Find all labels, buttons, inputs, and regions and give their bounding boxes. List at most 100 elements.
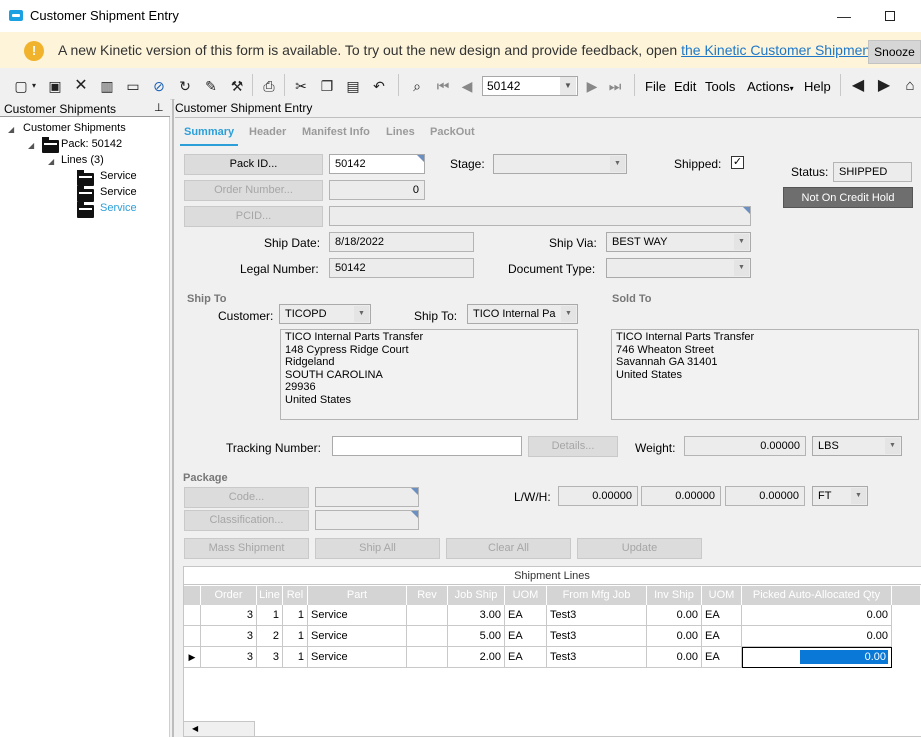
menu-file[interactable]: File [645,79,666,94]
cell-picked-qty[interactable]: 0.00 [742,605,892,626]
update-button[interactable]: Update [577,538,702,559]
save-icon[interactable]: ▣ [46,77,64,95]
order-number-field[interactable]: 0 [329,180,425,200]
mass-shipment-button[interactable]: Mass Shipment [184,538,309,559]
cell-uom[interactable]: EA [702,647,742,668]
clear-icon[interactable]: ✎ [202,77,220,95]
tab-manifest-info[interactable]: Manifest Info [302,126,370,138]
tab-header[interactable]: Header [249,126,286,138]
maximize-button[interactable] [876,4,904,28]
cell-picked-qty-editing[interactable]: 0.00 [742,647,892,668]
code-field[interactable] [315,487,419,507]
order-number-button[interactable]: Order Number... [184,180,323,201]
cell-line[interactable]: 3 [257,647,283,668]
copy-icon[interactable]: ❐ [318,77,336,95]
column-header[interactable]: Rev [407,586,448,605]
cell-inv-ship[interactable]: 0.00 [647,626,702,647]
cell-inv-ship[interactable]: 0.00 [647,647,702,668]
column-header[interactable]: Order [201,586,257,605]
home-icon[interactable]: ⌂ [901,77,919,95]
paste-icon[interactable]: ▤ [344,77,362,95]
dimension-uom-dropdown[interactable]: FT ▼ [812,486,868,506]
cell-uom[interactable]: EA [505,647,547,668]
cell-rev[interactable] [407,626,448,647]
column-header[interactable]: UOM [505,586,547,605]
cell-uom[interactable]: EA [505,605,547,626]
credit-hold-button[interactable]: Not On Credit Hold [783,187,913,208]
tree-node-pack[interactable]: Pack: 50142 [61,138,122,150]
menu-tools[interactable]: Tools [705,79,735,94]
next-record-icon[interactable]: ▶ [583,77,601,95]
cell-part[interactable]: Service [308,626,407,647]
ship-date-field[interactable]: 8/18/2022 [329,232,474,252]
scroll-left-icon[interactable]: ◀ [192,724,198,733]
cell-rel[interactable]: 1 [283,647,308,668]
pack-id-button[interactable]: Pack ID... [184,154,323,175]
width-field[interactable]: 0.00000 [641,486,721,506]
column-header[interactable]: Part [308,586,407,605]
pcid-button[interactable]: PCID... [184,206,323,227]
classification-button[interactable]: Classification... [184,510,309,531]
cell-rel[interactable]: 1 [283,626,308,647]
classification-field[interactable] [315,510,419,530]
cell-inv-ship[interactable]: 0.00 [647,605,702,626]
document-type-dropdown[interactable]: ▼ [606,258,751,278]
cell-job-ship[interactable]: 3.00 [448,605,505,626]
cut-icon[interactable]: ✂ [292,77,310,95]
search-icon[interactable]: ⌕ [408,77,426,95]
current-row-icon[interactable]: ▶ [184,647,201,668]
cell-rel[interactable]: 1 [283,605,308,626]
cell-uom[interactable]: EA [702,605,742,626]
weight-uom-dropdown[interactable]: LBS ▼ [812,436,902,456]
pin-icon[interactable]: ⊥ [154,101,164,114]
memo-icon[interactable]: ▭ [124,77,142,95]
tracking-number-field[interactable] [332,436,522,456]
column-header[interactable]: From Mfg Job [547,586,647,605]
cell-from-mfg-job[interactable]: Test3 [547,647,647,668]
cell-from-mfg-job[interactable]: Test3 [547,605,647,626]
shipped-checkbox[interactable]: ✓ [731,156,744,169]
menu-actions[interactable]: Actions▾ [747,79,794,94]
clear-all-button[interactable]: Clear All [446,538,571,559]
ship-all-button[interactable]: Ship All [315,538,440,559]
pack-id-field[interactable]: 50142 [329,154,425,174]
tree-node-line-selected[interactable]: Service [100,202,137,214]
length-field[interactable]: 0.00000 [558,486,638,506]
print-icon[interactable]: ⎙ [260,77,278,95]
paperclip-icon[interactable]: ⊘ [150,77,168,95]
ship-via-dropdown[interactable]: BEST WAY ▼ [606,232,751,252]
minimize-button[interactable]: — [830,4,858,28]
cell-order[interactable]: 3 [201,647,257,668]
cell-line[interactable]: 2 [257,626,283,647]
horizontal-scrollbar[interactable]: ◀ [183,721,255,737]
row-selector[interactable] [184,626,201,647]
column-header[interactable]: UOM [702,586,742,605]
cell-line[interactable]: 1 [257,605,283,626]
row-selector[interactable] [184,605,201,626]
column-header[interactable]: Line [257,586,283,605]
tree-node-line[interactable]: Service [100,186,137,198]
ship-to-dropdown[interactable]: TICO Internal Pa ▼ [467,304,578,324]
cell-part[interactable]: Service [308,605,407,626]
pcid-field[interactable] [329,206,751,226]
back-icon[interactable]: ◀ [849,77,867,95]
column-header[interactable]: Job Ship [448,586,505,605]
code-button[interactable]: Code... [184,487,309,508]
expand-toggle-icon[interactable]: ◢ [48,157,54,166]
tab-packout[interactable]: PackOut [430,126,475,138]
customer-dropdown[interactable]: TICOPD ▼ [279,304,371,324]
chevron-down-icon[interactable]: ▼ [560,77,576,95]
tree-node-customer-shipments[interactable]: Customer Shipments [23,122,126,134]
cell-uom[interactable]: EA [702,626,742,647]
details-button[interactable]: Details... [528,436,618,457]
forward-icon[interactable]: ▶ [875,77,893,95]
new-icon[interactable]: ▢ [12,77,30,95]
previous-record-icon[interactable]: ◀ [458,77,476,95]
refresh-icon[interactable]: ↻ [176,77,194,95]
stage-dropdown[interactable]: ▼ [493,154,627,174]
cell-rev[interactable] [407,647,448,668]
cell-order[interactable]: 3 [201,605,257,626]
cell-uom[interactable]: EA [505,626,547,647]
snooze-button[interactable]: Snooze [868,40,921,64]
tree-node-line[interactable]: Service [100,170,137,182]
